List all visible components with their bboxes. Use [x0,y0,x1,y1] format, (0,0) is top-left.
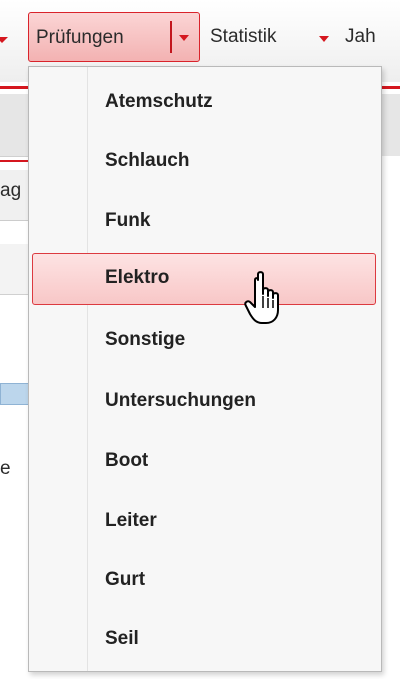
menu-item-label: Elektro [105,267,170,288]
menu-statistik[interactable]: Statistik [210,26,277,48]
menu-item-label: Seil [105,628,139,649]
background-selected-field [0,383,30,405]
background-text-fragment: e [0,458,11,479]
split-divider [170,21,172,53]
menu-pruefungen-button[interactable]: Prüfungen [28,12,200,62]
menu-item-sonstige[interactable]: Sonstige [32,315,376,367]
menu-item-leiter[interactable]: Leiter [32,496,376,548]
background-red-rule [382,86,400,89]
menu-item-label: Boot [105,450,149,471]
menu-item-label: Sonstige [105,329,186,350]
menu-item-atemschutz[interactable]: Atemschutz [32,77,376,129]
menu-item-elektro[interactable]: Elektro [32,253,376,305]
menu-item-label: Untersuchungen [105,390,256,411]
caret-down-icon[interactable] [0,37,8,43]
background-red-rule [0,86,30,89]
menu-pruefungen-label: Prüfungen [36,27,124,48]
background-toolbar-band [0,244,30,295]
menu-item-gurt[interactable]: Gurt [32,555,376,607]
menu-item-label: Gurt [105,569,146,590]
menu-item-boot[interactable]: Boot [32,436,376,488]
menu-item-schlauch[interactable]: Schlauch [32,136,376,188]
menu-item-untersuchungen[interactable]: Untersuchungen [32,376,376,428]
menu-item-label: Leiter [105,510,157,531]
menu-item-label: Funk [105,210,151,231]
caret-down-icon[interactable] [319,36,329,42]
background-header-band [382,94,400,156]
background-red-rule [0,160,30,162]
pruefungen-dropdown-menu: Atemschutz Schlauch Funk Elektro Sonstig… [28,66,382,672]
background-header-band [0,94,30,157]
menu-item-label: Atemschutz [105,91,213,112]
menu-item-label: Schlauch [105,150,190,171]
menu-jahr[interactable]: Jah [345,26,376,48]
menu-item-funk[interactable]: Funk [32,196,376,248]
background-text-fragment: ag [0,180,22,201]
menu-item-seil[interactable]: Seil [32,614,376,666]
hand-pointer-icon [244,271,279,324]
caret-down-icon[interactable] [179,35,189,41]
